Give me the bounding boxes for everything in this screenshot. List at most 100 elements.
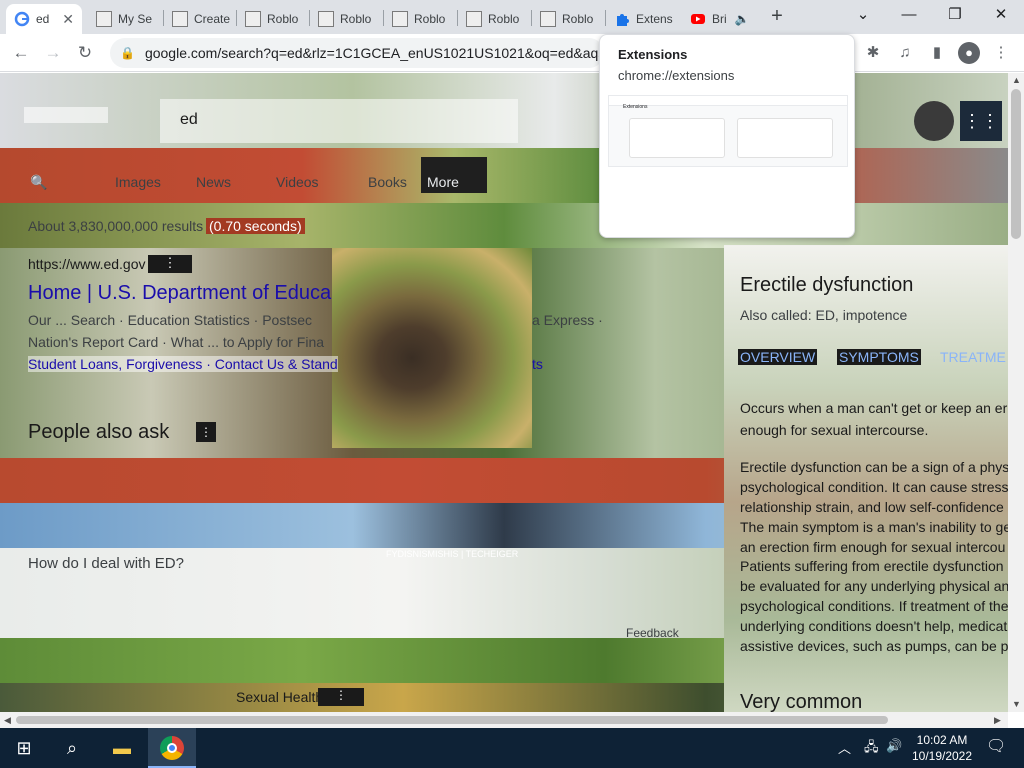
reload-icon[interactable]: ↻ <box>74 42 96 64</box>
horizontal-scroll-thumb[interactable] <box>16 716 888 724</box>
browser-toolbar: ← → ↻ 🔒 ✱ ♫ ▮ ⋮ <box>0 34 1024 72</box>
hover-card-title: Extensions <box>618 47 688 62</box>
chrome-icon <box>160 736 184 760</box>
tab-create[interactable]: Create <box>164 4 236 34</box>
close-window-button[interactable]: ✕ <box>978 0 1024 30</box>
close-icon[interactable]: ✕ <box>62 11 74 28</box>
back-arrow-icon[interactable]: ← <box>10 42 32 64</box>
result-snippet-2: Nation's Report Card · What ... to Apply… <box>28 334 325 350</box>
result-menu-icon[interactable]: ⋮ <box>148 255 192 273</box>
tab-hover-card: Extensions chrome://extensions Extension… <box>599 34 855 238</box>
network-icon[interactable]: 🖧 <box>864 738 879 760</box>
sitelink-student-loans[interactable]: Student Loans, Forgiveness · Contact Us … <box>28 356 338 372</box>
kp-para-2: psychological conditions. If treatment o… <box>740 598 1008 614</box>
tab-roblox-4[interactable]: Roblo <box>458 4 530 34</box>
search-icon[interactable]: ⌕ <box>60 736 84 760</box>
tab-roblox-5[interactable]: Roblo <box>532 4 604 34</box>
hover-card-thumbnail: Extensions <box>608 95 848 167</box>
new-tab-button[interactable]: + <box>766 6 788 28</box>
extensions-puzzle-icon[interactable]: ✱ <box>862 42 884 64</box>
puzzle-icon <box>617 14 629 26</box>
gorilla-photo <box>332 248 532 448</box>
paa-question[interactable]: How do I deal with ED? <box>28 555 184 572</box>
result-url[interactable]: https://www.ed.gov <box>28 256 146 272</box>
url-input[interactable] <box>144 45 604 61</box>
result-title-link[interactable]: Home | U.S. Department of Educa <box>28 282 331 305</box>
page-icon <box>96 11 112 27</box>
tab-my-settings[interactable]: My Se <box>88 4 160 34</box>
search-tab-news[interactable]: News <box>196 174 231 190</box>
paa-menu-icon[interactable]: ⋮ <box>196 422 216 442</box>
search-tab-images[interactable]: Images <box>115 174 161 190</box>
tab-label: ed <box>36 12 50 26</box>
menu-kebab-icon[interactable]: ⋮ <box>990 42 1012 64</box>
windows-taskbar: ⊞ ⌕ ▬ ︿ 🖧 🔊 10:02 AM 10/19/2022 🗨 <box>0 728 1024 768</box>
page-icon <box>172 11 188 27</box>
apps-grid-icon[interactable]: ⋮⋮ <box>960 101 1002 141</box>
kp-para-2: underlying conditions doesn't help, medi… <box>740 618 1008 634</box>
page-icon <box>245 11 261 27</box>
search-box[interactable] <box>160 99 518 143</box>
tab-youtube[interactable]: Bri 🔈 <box>682 4 760 34</box>
file-explorer-icon[interactable]: ▬ <box>110 736 134 760</box>
profile-avatar[interactable]: ● <box>958 42 980 64</box>
horizontal-scrollbar[interactable]: ◀ ▶ <box>0 712 1008 728</box>
search-tab-books[interactable]: Books <box>368 174 407 190</box>
account-avatar[interactable] <box>914 101 954 141</box>
overlay-caption: FYDISNISMISHIS | TECHEIGER <box>386 549 519 559</box>
tab-extensions[interactable]: Extens <box>606 4 680 34</box>
feedback-link[interactable]: Feedback <box>626 626 679 640</box>
tab-roblox-2[interactable]: Roblo <box>310 4 382 34</box>
kp-definition-2: enough for sexual intercourse. <box>740 422 929 438</box>
kp-footer: Very common <box>740 691 863 712</box>
vertical-scroll-thumb[interactable] <box>1011 89 1021 239</box>
tray-expand-icon[interactable]: ︿ <box>838 738 851 757</box>
result-snippet-end: a Express · <box>532 312 603 328</box>
search-tab-videos[interactable]: Videos <box>276 174 319 190</box>
media-control-icon[interactable]: ♫ <box>894 42 916 64</box>
google-g-icon <box>14 11 30 27</box>
scroll-down-arrow-icon[interactable]: ▼ <box>1012 699 1021 709</box>
tab-roblox-1[interactable]: Roblo <box>237 4 309 34</box>
kp-para-1: an erection firm enough for sexual inter… <box>740 539 1006 555</box>
search-tab-all-icon[interactable]: 🔍 <box>30 174 47 191</box>
restore-button[interactable]: ❐ <box>932 0 978 30</box>
minimize-button[interactable]: — <box>886 0 932 30</box>
search-query[interactable]: ed <box>180 111 198 129</box>
address-bar[interactable]: 🔒 <box>110 38 604 68</box>
scroll-up-arrow-icon[interactable]: ▲ <box>1012 75 1021 85</box>
page-icon <box>318 11 334 27</box>
bottom-item-sexual-health[interactable]: Sexual Health <box>236 689 323 705</box>
volume-icon[interactable]: 🔊 <box>886 738 902 754</box>
chrome-taskbar-button[interactable] <box>148 728 196 768</box>
kp-para-2: Patients suffering from erectile dysfunc… <box>740 558 1004 574</box>
bottom-item-menu-icon[interactable]: ⋮ <box>318 688 364 706</box>
scroll-left-arrow-icon[interactable]: ◀ <box>4 715 11 726</box>
tab-search-icon[interactable]: ⌄ <box>840 0 886 30</box>
kp-tab-overview[interactable]: OVERVIEW <box>738 349 818 365</box>
page-icon <box>466 11 482 27</box>
side-panel-icon[interactable]: ▮ <box>926 42 948 64</box>
vertical-scrollbar[interactable]: ▲ ▼ <box>1008 73 1024 712</box>
windows-start-icon[interactable]: ⊞ <box>12 736 36 760</box>
kp-tab-treatments[interactable]: TREATME <box>940 349 1006 365</box>
notifications-icon[interactable]: 🗨 <box>986 736 1006 756</box>
kp-para-1: Erectile dysfunction can be a sign of a … <box>740 459 1008 475</box>
kp-tab-symptoms[interactable]: SYMPTOMS <box>837 349 921 365</box>
speaker-icon[interactable]: 🔈 <box>735 12 750 26</box>
forward-arrow-icon[interactable]: → <box>42 42 64 64</box>
kp-para-2: be evaluated for any underlying physical… <box>740 578 1008 594</box>
people-also-ask-heading: People also ask <box>28 421 170 443</box>
tab-roblox-3[interactable]: Roblo <box>384 4 456 34</box>
search-tab-more[interactable]: More <box>427 174 459 190</box>
kp-para-2: assistive devices, such as pumps, can be… <box>740 638 1008 654</box>
sitelink-end[interactable]: ts <box>532 356 543 372</box>
result-time: (0.70 seconds) <box>206 218 305 234</box>
google-logo[interactable] <box>24 107 108 123</box>
tab-google-search[interactable]: ed ✕ <box>6 4 82 34</box>
kp-also-called: Also called: ED, impotence <box>740 307 908 323</box>
youtube-icon <box>691 14 705 24</box>
taskbar-clock[interactable]: 10:02 AM 10/19/2022 <box>904 732 980 764</box>
search-results-page: ed ⋮⋮ 🔍 Images News Videos Books More Ab… <box>0 73 1008 712</box>
scroll-right-arrow-icon[interactable]: ▶ <box>994 715 1001 726</box>
